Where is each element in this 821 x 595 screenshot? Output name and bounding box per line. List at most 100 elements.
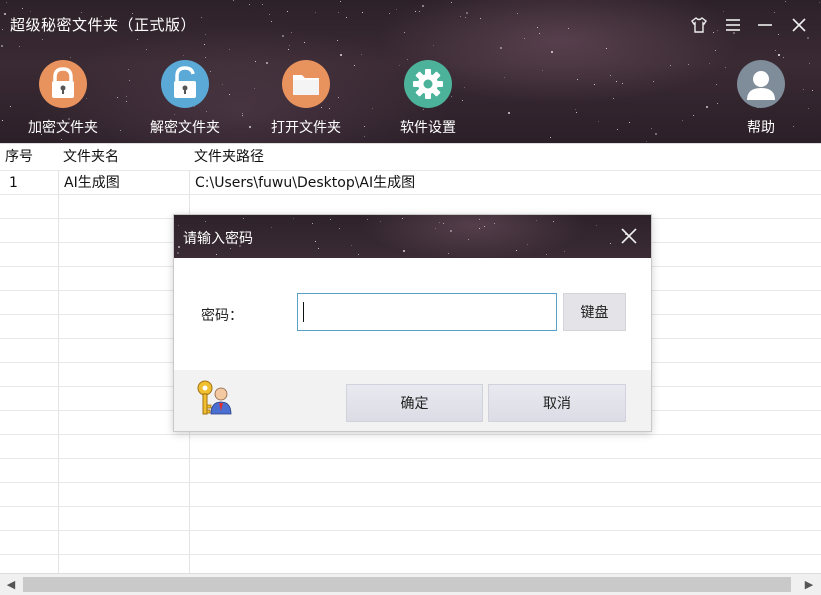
star	[617, 129, 618, 130]
star	[723, 11, 724, 12]
star	[315, 12, 316, 13]
keyboard-button[interactable]: 键盘	[563, 293, 626, 331]
star	[479, 219, 480, 220]
star	[546, 254, 547, 255]
star	[651, 128, 652, 129]
minimize-icon[interactable]	[754, 14, 776, 36]
star	[201, 17, 202, 18]
dialog-body: 密码： 键盘	[174, 258, 651, 370]
column-divider	[58, 144, 59, 573]
help-button[interactable]: 帮助	[711, 60, 811, 137]
open-folder-button[interactable]: 打开文件夹	[256, 60, 356, 137]
star	[380, 221, 381, 222]
header-index[interactable]: 序号	[0, 144, 58, 170]
scrollbar-thumb[interactable]	[23, 577, 791, 592]
star	[812, 90, 813, 91]
scroll-left-icon[interactable]: ◀	[0, 574, 22, 595]
star	[610, 243, 611, 244]
horizontal-scrollbar[interactable]: ◀ ▶	[0, 573, 821, 595]
password-input[interactable]	[297, 293, 557, 331]
star	[126, 96, 127, 97]
star	[346, 17, 347, 18]
star	[819, 2, 820, 3]
folder-icon	[282, 60, 330, 108]
scroll-right-icon[interactable]: ▶	[798, 574, 820, 595]
star	[61, 139, 62, 140]
decrypt-folder-label: 解密文件夹	[150, 120, 220, 136]
star	[204, 44, 205, 45]
star	[439, 222, 440, 223]
star	[713, 32, 714, 33]
text-caret	[303, 302, 304, 322]
cell-folder-path: C:\Users\fuwu\Desktop\AI生成图	[195, 175, 416, 191]
encrypt-folder-button[interactable]: 加密文件夹	[13, 60, 113, 137]
decrypt-folder-button[interactable]: 解密文件夹	[135, 60, 235, 137]
star	[351, 245, 352, 246]
row-divider	[0, 482, 821, 483]
star	[443, 223, 444, 224]
star	[616, 81, 617, 82]
star	[146, 49, 147, 50]
star	[4, 13, 6, 15]
star	[293, 218, 294, 219]
close-icon[interactable]	[788, 14, 810, 36]
star	[774, 12, 775, 13]
cancel-button[interactable]: 取消	[488, 384, 626, 422]
star	[289, 45, 290, 46]
star	[564, 251, 565, 252]
header-folder-path[interactable]: 文件夹路径	[189, 144, 821, 170]
star	[177, 252, 179, 254]
software-settings-button[interactable]: 软件设置	[378, 60, 478, 137]
star	[367, 219, 368, 220]
star	[494, 223, 495, 224]
ok-button[interactable]: 确定	[346, 384, 483, 422]
star	[254, 88, 255, 89]
star	[242, 115, 243, 116]
star	[479, 228, 480, 229]
star	[415, 11, 416, 12]
star	[596, 225, 597, 226]
star	[655, 133, 657, 135]
star	[709, 63, 710, 64]
star	[508, 112, 510, 114]
star	[340, 54, 342, 56]
star	[653, 81, 654, 82]
star	[610, 75, 611, 76]
star	[807, 37, 809, 39]
star	[568, 28, 569, 29]
star	[243, 218, 244, 219]
star	[269, 14, 270, 15]
star	[539, 33, 540, 34]
star	[1, 45, 3, 47]
star	[622, 83, 623, 84]
star	[361, 54, 362, 55]
star	[230, 248, 231, 249]
star	[450, 230, 452, 232]
app-header: 超级秘密文件夹（正式版） 加密文件夹 解密文件夹 打开文件夹 软件设置 帮助	[0, 0, 821, 143]
star	[451, 2, 452, 3]
dialog-title-bar: 请输入密码	[174, 215, 651, 258]
shirt-icon[interactable]	[688, 14, 710, 36]
star	[517, 13, 518, 14]
star	[2, 29, 3, 30]
star	[460, 16, 461, 17]
star	[717, 30, 718, 31]
star	[785, 1, 786, 2]
star	[358, 254, 359, 255]
row-divider	[0, 506, 821, 507]
header-folder-name[interactable]: 文件夹名	[58, 144, 189, 170]
star	[271, 227, 272, 228]
star	[389, 13, 390, 14]
software-settings-label: 软件设置	[400, 120, 456, 136]
star	[233, 0, 234, 1]
star	[2, 120, 3, 121]
star	[646, 141, 647, 142]
star	[42, 39, 43, 40]
dialog-close-icon[interactable]	[619, 226, 639, 246]
star	[229, 49, 230, 50]
star	[575, 109, 576, 110]
row-divider	[0, 530, 821, 531]
star	[10, 106, 11, 107]
star	[249, 126, 251, 128]
menu-icon[interactable]	[722, 14, 744, 36]
